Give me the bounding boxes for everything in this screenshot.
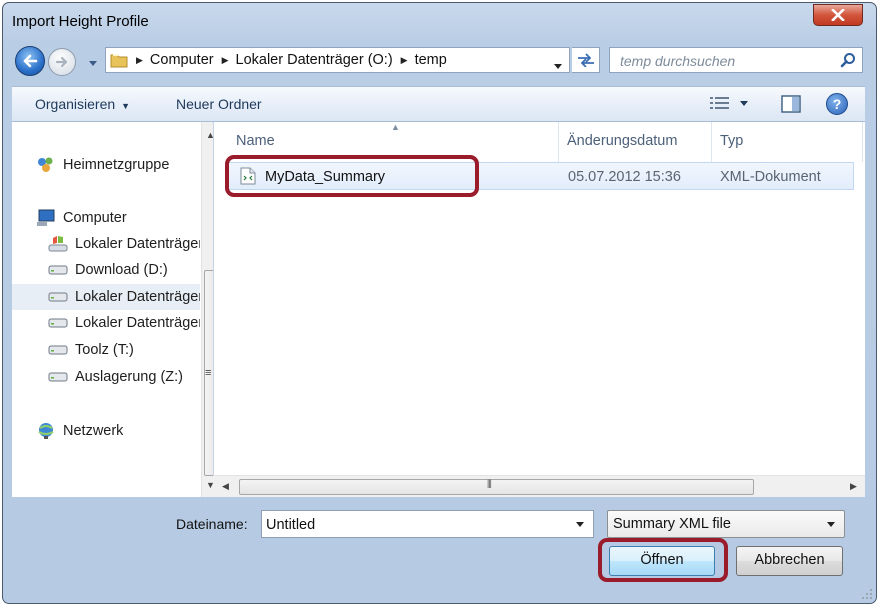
- file-type-select[interactable]: Summary XML file: [607, 510, 845, 538]
- filename-label: Dateiname:: [176, 516, 248, 532]
- nav-item-toolz-drive[interactable]: Toolz (T:): [48, 342, 200, 358]
- chevron-down-icon[interactable]: [575, 521, 585, 528]
- command-toolbar: Organisieren ▼ Neuer Ordner ?: [12, 86, 865, 122]
- nav-item-label: Lokaler Datenträger: [75, 236, 200, 252]
- help-icon: ?: [832, 96, 842, 112]
- arrow-left-icon: [23, 54, 38, 68]
- address-row: ▶ Computer ▶ Lokaler Datenträger (O:) ▶ …: [10, 44, 870, 76]
- filename-field[interactable]: Untitled: [261, 510, 594, 538]
- chevron-down-icon: [89, 61, 97, 66]
- close-icon: [831, 9, 845, 21]
- nav-item-label: Netzwerk: [63, 423, 124, 439]
- resize-grip-icon[interactable]: [861, 588, 873, 600]
- grip-icon: ≡: [205, 367, 212, 379]
- nav-item-computer[interactable]: Computer: [36, 209, 127, 227]
- sort-ascending-icon: ▲: [391, 122, 400, 132]
- breadcrumb-separator-icon: ▶: [136, 54, 143, 65]
- drive-icon: [48, 292, 68, 302]
- breadcrumb-separator-icon: ▶: [400, 54, 408, 65]
- network-icon: [38, 423, 54, 439]
- file-type-value: Summary XML file: [613, 516, 731, 532]
- back-button[interactable]: [15, 46, 45, 76]
- nav-item-label: Computer: [63, 210, 127, 226]
- nav-item-label: Toolz (T:): [75, 342, 134, 358]
- nav-item-local-drive[interactable]: Lokaler Datenträger: [48, 315, 200, 331]
- horizontal-scrollbar[interactable]: ◀ ⦀ ▶: [213, 475, 865, 497]
- chevron-down-icon: [740, 100, 748, 106]
- chevron-down-icon: [554, 64, 562, 69]
- nav-item-label: Download (D:): [75, 262, 168, 278]
- search-input[interactable]: temp durchsuchen: [609, 47, 863, 73]
- nav-item-download-drive[interactable]: Download (D:): [48, 262, 200, 278]
- nav-item-label: Lokaler Datenträger: [75, 289, 200, 305]
- nav-item-network[interactable]: Netzwerk: [36, 422, 123, 440]
- history-dropdown[interactable]: [88, 54, 98, 70]
- scroll-left-icon[interactable]: ◀: [222, 481, 229, 492]
- preview-pane-icon: [781, 95, 801, 113]
- system-drive-icon: [48, 236, 68, 252]
- file-highlight-box: [225, 155, 479, 197]
- scroll-right-icon[interactable]: ▶: [850, 481, 857, 492]
- folder-icon: [110, 54, 128, 68]
- refresh-button[interactable]: [572, 47, 600, 73]
- details-view-icon: [710, 97, 729, 109]
- file-type: XML-Dokument: [720, 169, 821, 185]
- window-title: Import Height Profile: [12, 13, 149, 30]
- organize-button[interactable]: Organisieren ▼: [35, 96, 130, 112]
- open-button-highlight-box: [598, 538, 728, 582]
- nav-item-system-drive[interactable]: Lokaler Datenträger: [48, 235, 200, 253]
- close-button[interactable]: [813, 4, 863, 26]
- organize-label: Organisieren: [35, 96, 116, 112]
- nav-item-label: Lokaler Datenträger: [75, 315, 200, 331]
- column-divider[interactable]: [862, 122, 863, 162]
- drive-icon: [48, 265, 68, 275]
- help-button[interactable]: ?: [826, 93, 848, 115]
- drive-icon: [48, 372, 68, 382]
- preview-pane-button[interactable]: [781, 95, 801, 116]
- arrow-right-icon: [55, 56, 68, 68]
- search-placeholder: temp durchsuchen: [620, 53, 736, 69]
- breadcrumb-drive[interactable]: Lokaler Datenträger (O:): [236, 52, 393, 68]
- refresh-icon: [577, 53, 594, 67]
- file-date: 05.07.2012 15:36: [568, 169, 681, 185]
- forward-button[interactable]: [48, 48, 76, 76]
- nav-item-label: Heimnetzgruppe: [63, 157, 170, 173]
- chevron-down-icon: [827, 522, 835, 527]
- column-divider[interactable]: [558, 122, 559, 162]
- nav-item-drive-o[interactable]: Lokaler Datenträger: [12, 284, 200, 310]
- address-dropdown[interactable]: [553, 57, 563, 73]
- grip-icon: ⦀: [487, 479, 492, 491]
- nav-item-label: Auslagerung (Z:): [75, 369, 183, 385]
- view-options-button[interactable]: [709, 96, 749, 110]
- column-divider[interactable]: [711, 122, 712, 162]
- cancel-button[interactable]: Abbrechen: [736, 546, 843, 576]
- breadcrumb-folder[interactable]: temp: [415, 52, 447, 68]
- navigation-pane: Heimnetzgruppe Computer Lokaler Datenträ…: [12, 122, 219, 497]
- chevron-down-icon: ▼: [121, 101, 131, 111]
- breadcrumb-computer[interactable]: Computer: [150, 52, 214, 68]
- scroll-thumb[interactable]: [239, 479, 754, 495]
- filename-value: Untitled: [266, 517, 316, 533]
- new-folder-button[interactable]: Neuer Ordner: [176, 96, 262, 112]
- homegroup-icon: [38, 157, 53, 172]
- title-bar[interactable]: Import Height Profile: [3, 3, 876, 37]
- breadcrumb-separator-icon: ▶: [221, 54, 229, 65]
- computer-icon: [37, 209, 55, 226]
- address-bar[interactable]: ▶ Computer ▶ Lokaler Datenträger (O:) ▶ …: [105, 47, 570, 73]
- drive-icon: [48, 345, 68, 355]
- search-icon[interactable]: [840, 52, 856, 68]
- nav-item-swap-drive[interactable]: Auslagerung (Z:): [48, 369, 200, 385]
- nav-item-homegroup[interactable]: Heimnetzgruppe: [36, 156, 169, 174]
- drive-icon: [48, 318, 68, 328]
